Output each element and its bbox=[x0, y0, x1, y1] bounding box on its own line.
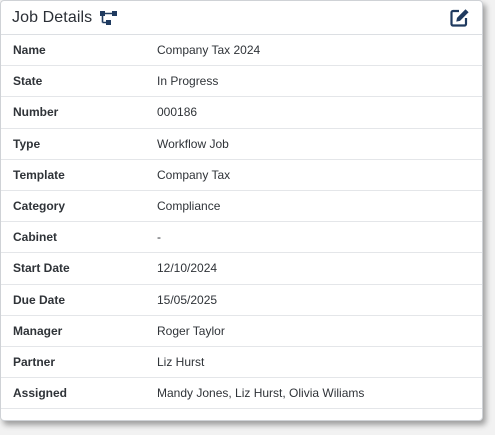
detail-label: Manager bbox=[13, 323, 63, 338]
detail-value: Company Tax bbox=[157, 167, 231, 182]
detail-label: Partner bbox=[13, 354, 56, 369]
detail-row-category: Category Compliance bbox=[1, 191, 482, 223]
detail-value: Compliance bbox=[157, 199, 221, 214]
detail-value: Roger Taylor bbox=[157, 323, 225, 338]
detail-label: Number bbox=[13, 105, 59, 120]
detail-label: State bbox=[13, 74, 43, 89]
detail-value: Liz Hurst bbox=[157, 354, 205, 369]
details-list: Name Company Tax 2024 State In Progress … bbox=[1, 35, 482, 410]
detail-value: - bbox=[157, 230, 161, 245]
detail-label: Category bbox=[13, 199, 66, 214]
detail-label: Assigned bbox=[13, 386, 68, 401]
detail-row-manager: Manager Roger Taylor bbox=[1, 316, 482, 347]
detail-value: 000186 bbox=[157, 105, 198, 120]
detail-label: Type bbox=[13, 136, 41, 151]
detail-value: 15/05/2025 bbox=[157, 292, 218, 307]
detail-row-cabinet: Cabinet - bbox=[1, 222, 482, 254]
detail-label: Template bbox=[13, 167, 65, 182]
detail-row-assigned: Assigned Mandy Jones, Liz Hurst, Olivia … bbox=[1, 378, 482, 410]
detail-row-due-date: Due Date 15/05/2025 bbox=[1, 285, 482, 316]
detail-label: Name bbox=[13, 43, 46, 58]
detail-row-name: Name Company Tax 2024 bbox=[1, 35, 482, 67]
detail-label: Due Date bbox=[13, 292, 66, 307]
edit-icon[interactable] bbox=[450, 8, 470, 27]
detail-row-state: State In Progress bbox=[1, 66, 482, 98]
header-title-group: Job Details bbox=[12, 9, 119, 27]
panel-title: Job Details bbox=[12, 8, 93, 26]
panel-header: Job Details bbox=[1, 1, 482, 35]
detail-value: Mandy Jones, Liz Hurst, Olivia Wiliams bbox=[157, 386, 365, 401]
detail-row-partner: Partner Liz Hurst bbox=[1, 347, 482, 379]
job-details-panel: Job Details Name Company Tax 2024 State … bbox=[0, 0, 483, 421]
detail-row-number: Number 000186 bbox=[1, 97, 482, 129]
detail-label: Cabinet bbox=[13, 230, 58, 245]
detail-value: Company Tax 2024 bbox=[157, 43, 261, 58]
detail-row-type: Type Workflow Job bbox=[1, 129, 482, 160]
detail-value: Workflow Job bbox=[157, 136, 229, 151]
detail-label: Start Date bbox=[13, 261, 70, 276]
detail-value: 12/10/2024 bbox=[157, 261, 218, 276]
workflow-icon bbox=[99, 10, 119, 26]
detail-row-start-date: Start Date 12/10/2024 bbox=[1, 253, 482, 285]
detail-row-template: Template Company Tax bbox=[1, 160, 482, 191]
detail-value: In Progress bbox=[157, 74, 219, 89]
